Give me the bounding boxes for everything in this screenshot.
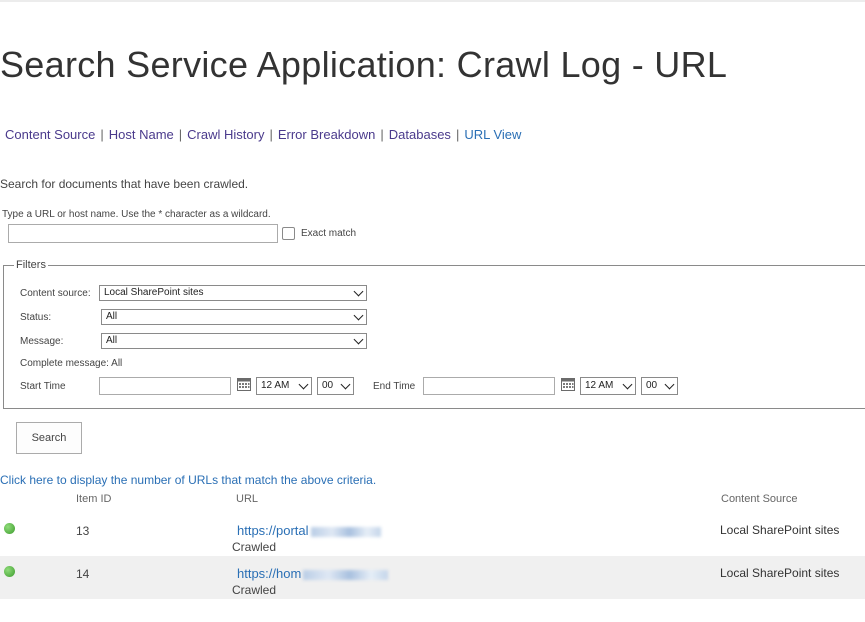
start-hour-select[interactable]: 12 AM	[256, 377, 312, 395]
end-time-label: End Time	[373, 381, 416, 392]
chevron-down-icon	[353, 310, 364, 321]
nav-separator: |	[380, 127, 384, 142]
url-search-input[interactable]	[8, 224, 278, 243]
column-header-item-id: Item ID	[76, 493, 112, 505]
column-header-content-source: Content Source	[721, 493, 798, 505]
calendar-icon[interactable]	[561, 378, 575, 391]
status-select[interactable]: All	[101, 309, 367, 325]
crawl-status: Crawled	[232, 540, 277, 554]
chevron-down-icon	[353, 286, 364, 297]
column-header-url: URL	[236, 493, 259, 505]
crawl-status: Crawled	[232, 583, 277, 597]
start-date-input[interactable]	[99, 377, 231, 395]
complete-message: Complete message: All	[20, 358, 123, 369]
table-row: 14 https://hom Crawled Local SharePoint …	[0, 556, 865, 599]
end-hour-value: 12 AM	[585, 380, 614, 391]
chevron-down-icon	[340, 379, 351, 390]
exact-match-checkbox[interactable]	[282, 227, 295, 240]
chevron-down-icon	[353, 334, 364, 345]
chevron-down-icon	[298, 379, 309, 390]
content-source-value: Local SharePoint sites	[104, 287, 204, 298]
nav-separator: |	[100, 127, 104, 142]
chevron-down-icon	[622, 379, 633, 390]
start-hour-value: 12 AM	[261, 380, 290, 391]
content-source-label: Content source:	[20, 288, 91, 299]
search-hint: Type a URL or host name. Use the * chara…	[2, 209, 271, 220]
calendar-icon[interactable]	[237, 378, 251, 391]
display-count-link[interactable]: Click here to display the number of URLs…	[0, 473, 376, 487]
message-value: All	[106, 335, 118, 346]
nav-content-source[interactable]: Content Source	[5, 127, 95, 142]
nav-separator: |	[269, 127, 273, 142]
content-source: Local SharePoint sites	[720, 566, 840, 580]
nav-url-view[interactable]: URL View	[464, 127, 521, 142]
end-hour-select[interactable]: 12 AM	[580, 377, 636, 395]
status-label: Status:	[20, 312, 52, 323]
message-label: Message:	[20, 336, 64, 347]
nav-databases[interactable]: Databases	[389, 127, 451, 142]
content-source: Local SharePoint sites	[720, 523, 840, 537]
table-row: 13 https://portal Crawled Local SharePoi…	[0, 513, 865, 556]
nav-crawl-history[interactable]: Crawl History	[187, 127, 264, 142]
url-text: https://hom	[237, 566, 302, 581]
chevron-down-icon	[664, 379, 675, 390]
nav-separator: |	[455, 127, 460, 142]
crawled-url-link[interactable]: https://hom	[237, 566, 389, 581]
start-minute-value: 00	[322, 380, 334, 391]
start-time-label: Start Time	[20, 381, 66, 392]
content-source-select[interactable]: Local SharePoint sites	[99, 285, 367, 301]
message-select[interactable]: All	[101, 333, 367, 349]
search-intro: Search for documents that have been craw…	[0, 177, 249, 191]
top-border	[0, 0, 865, 2]
nav-separator: |	[178, 127, 183, 142]
url-text: https://portal	[237, 523, 309, 538]
filters-legend: Filters	[14, 259, 48, 271]
exact-match-option[interactable]: Exact match	[282, 227, 356, 240]
status-value: All	[106, 311, 118, 322]
page-title: Search Service Application: Crawl Log - …	[0, 44, 728, 85]
exact-match-label: Exact match	[301, 228, 357, 239]
item-id: 13	[76, 524, 90, 538]
status-success-icon	[4, 566, 15, 577]
nav-error-breakdown[interactable]: Error Breakdown	[278, 127, 376, 142]
start-minute-select[interactable]: 00	[317, 377, 354, 395]
filters-group: Filters Content source: Local SharePoint…	[3, 259, 865, 409]
nav-host-name[interactable]: Host Name	[109, 127, 174, 142]
crawl-log-nav: Content Source | Host Name | Crawl History | E…	[5, 127, 521, 142]
end-minute-value: 00	[646, 380, 658, 391]
end-minute-select[interactable]: 00	[641, 377, 678, 395]
status-success-icon	[4, 523, 15, 534]
end-date-input[interactable]	[423, 377, 555, 395]
item-id: 14	[76, 567, 90, 581]
search-button[interactable]: Search	[16, 422, 82, 454]
redacted-url-part	[303, 569, 389, 580]
crawled-url-link[interactable]: https://portal	[237, 523, 381, 538]
redacted-url-part	[310, 526, 381, 537]
